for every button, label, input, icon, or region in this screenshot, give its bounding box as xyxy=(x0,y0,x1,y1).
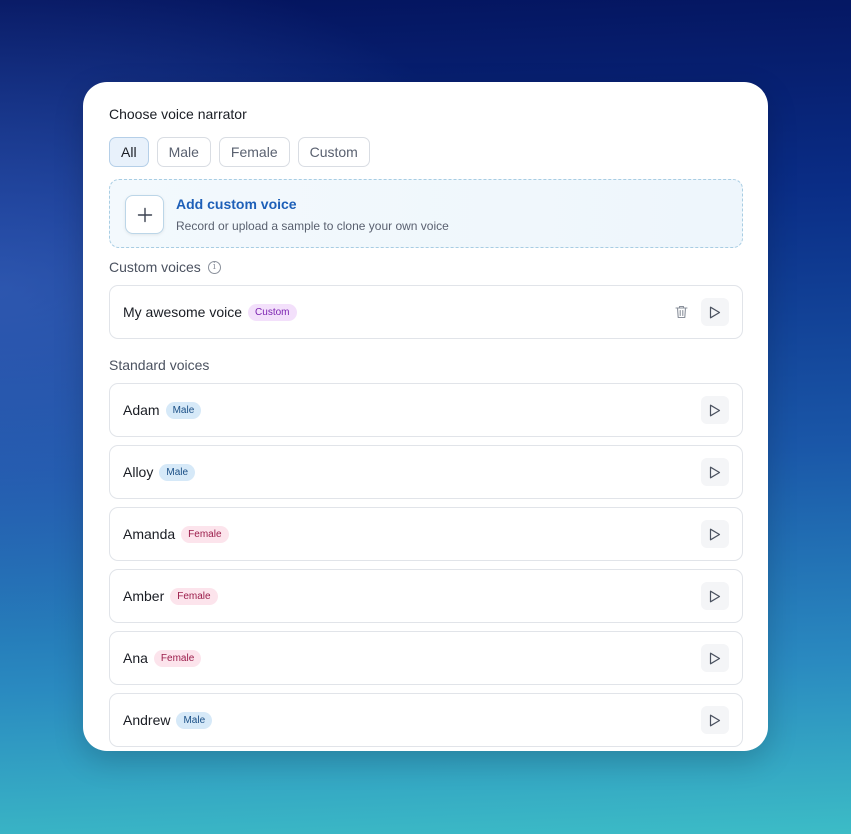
voice-name: Andrew xyxy=(123,712,171,728)
play-icon[interactable] xyxy=(701,706,729,734)
standard-voices-label: Standard voices xyxy=(109,357,210,373)
filter-male[interactable]: Male xyxy=(156,137,211,167)
add-custom-voice-button[interactable]: Add custom voice Record or upload a samp… xyxy=(109,179,743,248)
play-icon[interactable] xyxy=(701,520,729,548)
play-icon[interactable] xyxy=(701,644,729,672)
voice-row-andrew[interactable]: Andrew Male xyxy=(109,693,743,747)
voice-narrator-card: Choose voice narrator All Male Female Cu… xyxy=(83,82,768,751)
play-icon[interactable] xyxy=(701,298,729,326)
play-icon[interactable] xyxy=(701,582,729,610)
voice-tag-badge: Female xyxy=(181,525,229,543)
voice-row-ana[interactable]: Ana Female xyxy=(109,631,743,685)
add-custom-voice-title: Add custom voice xyxy=(176,196,297,212)
voice-row-adam[interactable]: Adam Male xyxy=(109,383,743,437)
voice-name: Alloy xyxy=(123,464,154,480)
voice-tag-badge: Female xyxy=(170,587,218,605)
voice-row-alloy[interactable]: Alloy Male xyxy=(109,445,743,499)
play-icon[interactable] xyxy=(701,458,729,486)
voice-tag-badge: Male xyxy=(165,401,202,419)
voice-name: Amanda xyxy=(123,526,176,542)
filter-tabs: All Male Female Custom xyxy=(109,137,370,167)
custom-voices-label: Custom voices xyxy=(109,259,201,275)
voice-tag-badge: Custom xyxy=(248,303,297,321)
voice-name: Amber xyxy=(123,588,165,604)
voice-tag-badge: Female xyxy=(153,649,202,667)
voice-name: Adam xyxy=(123,402,160,418)
play-icon[interactable] xyxy=(701,396,729,424)
plus-icon[interactable] xyxy=(125,195,164,234)
voice-row-amber[interactable]: Amber Female xyxy=(109,569,743,623)
filter-all[interactable]: All xyxy=(109,137,149,167)
voice-tag-badge: Male xyxy=(176,711,213,729)
voice-row-amanda[interactable]: Amanda Female xyxy=(109,507,743,561)
voice-name: My awesome voice xyxy=(123,304,243,320)
add-custom-voice-subtitle: Record or upload a sample to clone your … xyxy=(176,219,449,233)
voice-name: Ana xyxy=(123,650,148,666)
voice-row-my-awesome-voice[interactable]: My awesome voice Custom xyxy=(109,285,743,339)
voice-tag-badge: Male xyxy=(159,463,196,481)
card-title: Choose voice narrator xyxy=(109,106,247,122)
standard-voices-heading: Standard voices xyxy=(109,357,209,373)
trash-icon[interactable] xyxy=(669,300,693,324)
filter-custom[interactable]: Custom xyxy=(297,137,370,167)
info-icon[interactable]: i xyxy=(207,260,221,274)
custom-voices-heading: Custom voices i xyxy=(109,259,221,275)
filter-female[interactable]: Female xyxy=(218,137,290,167)
